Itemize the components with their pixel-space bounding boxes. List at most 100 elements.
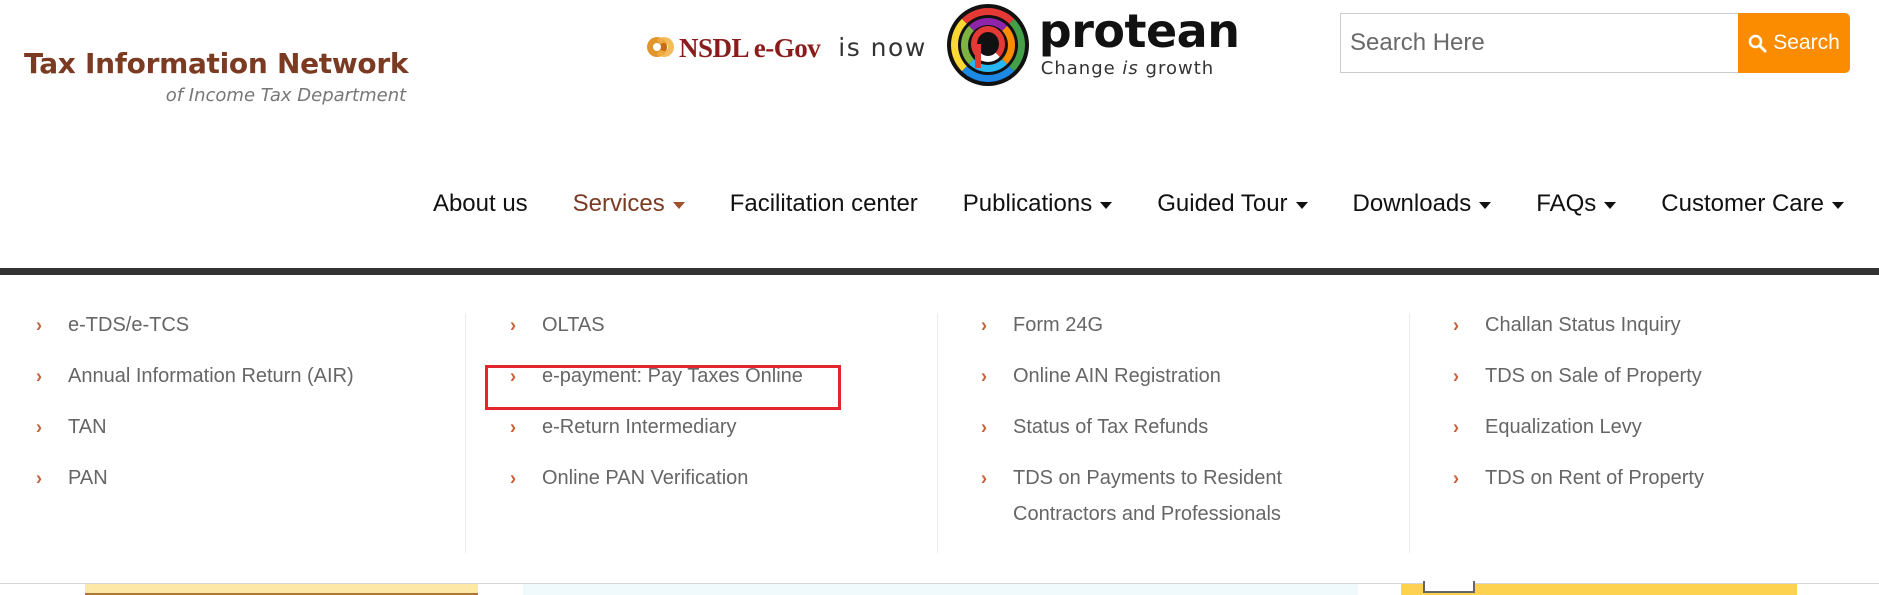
caret-down-icon <box>1100 201 1113 209</box>
nav-label: About us <box>432 190 528 217</box>
nsdl-egov-name: NSDL e-Gov <box>679 32 821 63</box>
caret-down-icon <box>1604 201 1617 209</box>
tagline-part: growth <box>1138 57 1215 79</box>
menu-item-e-tds-e-tcs[interactable]: › e-TDS/e-TCS <box>0 313 465 364</box>
chevron-right-icon: › <box>36 314 42 336</box>
nav-label: Guided Tour <box>1157 190 1288 217</box>
search-button-label: Search <box>1773 31 1840 54</box>
search-icon <box>1748 34 1767 53</box>
menu-column-1: › e-TDS/e-TCS › Annual Information Return … <box>0 313 465 553</box>
chevron-right-icon: › <box>1453 416 1459 438</box>
services-dropdown-menu: › e-TDS/e-TCS › Annual Information Return … <box>0 275 1879 585</box>
caret-down-icon <box>672 201 685 209</box>
menu-item-tds-rent-of-property[interactable]: › TDS on Rent of Property <box>1410 466 1879 517</box>
nav-customer-care[interactable]: Customer Care <box>1661 190 1844 218</box>
protean-name: protean <box>1038 3 1240 58</box>
menu-item-label: TDS on Payments to Resident Contractors … <box>1013 467 1283 525</box>
menu-item-pan[interactable]: › PAN <box>0 466 465 517</box>
document-icon <box>1423 581 1475 593</box>
menu-item-label: Form 24G <box>1013 314 1104 336</box>
menu-item-status-of-tax-refunds[interactable]: › Status of Tax Refunds <box>938 415 1409 466</box>
menu-item-label: Challan Status Inquiry <box>1485 314 1681 336</box>
is-now-text: is now <box>838 32 927 62</box>
menu-column-3: › Form 24G › Online AIN Registration › Stat… <box>937 313 1409 553</box>
menu-item-label: e-Return Intermediary <box>542 416 737 438</box>
protean-tagline: Change is growth <box>1039 58 1240 79</box>
chevron-right-icon: › <box>1453 467 1459 489</box>
nav-about-us[interactable]: About us <box>433 190 528 218</box>
chevron-right-icon: › <box>36 467 42 489</box>
menu-item-label: PAN <box>68 467 108 489</box>
page: Tax Information Network of Income Tax De… <box>0 0 1879 595</box>
chevron-right-icon: › <box>36 416 42 438</box>
chevron-right-icon: › <box>1453 314 1459 336</box>
caret-down-icon <box>1479 201 1492 209</box>
menu-item-tan[interactable]: › TAN <box>0 415 465 466</box>
content-tile <box>1401 581 1797 595</box>
menu-item-label: Equalization Levy <box>1485 416 1642 438</box>
protean-logo: protean Change is growth <box>1039 8 1240 79</box>
chevron-right-icon: › <box>36 365 42 387</box>
content-tile <box>85 584 478 595</box>
nav-downloads[interactable]: Downloads <box>1353 190 1492 218</box>
nav-label: Services <box>572 190 665 217</box>
chevron-right-icon: › <box>981 314 987 336</box>
menu-item-online-pan-verification[interactable]: › Online PAN Verification <box>466 466 937 517</box>
menu-item-challan-status-inquiry[interactable]: › Challan Status Inquiry <box>1410 313 1879 364</box>
site-logo[interactable]: Tax Information Network of Income Tax De… <box>24 47 409 107</box>
menu-item-equalization-levy[interactable]: › Equalization Levy <box>1410 415 1879 466</box>
partner-banner: NSDL e-Gov is now protean Change is grow… <box>645 2 1240 92</box>
caret-down-icon <box>1295 201 1308 209</box>
menu-item-label: e-payment: Pay Taxes Online <box>542 365 803 387</box>
nav-label: Publications <box>962 190 1093 217</box>
menu-item-oltas[interactable]: › OLTAS <box>466 313 937 364</box>
chevron-right-icon: › <box>510 467 516 489</box>
nav-guided-tour[interactable]: Guided Tour <box>1157 190 1308 218</box>
menu-item-label: Annual Information Return (AIR) <box>68 365 354 387</box>
chevron-right-icon: › <box>510 314 516 336</box>
menu-item-form-24g[interactable]: › Form 24G <box>938 313 1409 364</box>
protean-globe-icon <box>946 4 1029 86</box>
menu-item-label: TDS on Rent of Property <box>1485 467 1704 489</box>
menu-item-label: e-TDS/e-TCS <box>68 314 190 336</box>
search-form: Search <box>1340 13 1850 73</box>
main-nav: About us Services Facilitation center Pu… <box>388 190 1844 218</box>
brand-title: Tax Information Network <box>24 47 409 80</box>
menu-item-label: TDS on Sale of Property <box>1485 365 1702 387</box>
caret-down-icon <box>1832 201 1844 209</box>
menu-item-label: Status of Tax Refunds <box>1013 416 1209 438</box>
menu-item-tds-payments-resident-contractors[interactable]: › TDS on Payments to Resident Contractors… <box>938 466 1409 532</box>
nsdl-logo-icon <box>645 34 675 60</box>
nav-publications[interactable]: Publications <box>962 190 1113 218</box>
search-button[interactable]: Search <box>1738 13 1850 73</box>
nav-label: Facilitation center <box>729 190 918 217</box>
tagline-emphasis: is <box>1122 57 1139 79</box>
chevron-right-icon: › <box>981 467 987 489</box>
chevron-right-icon: › <box>1453 365 1459 387</box>
menu-item-air[interactable]: › Annual Information Return (AIR) <box>0 364 465 415</box>
nav-label: Downloads <box>1352 190 1472 217</box>
menu-column-4: › Challan Status Inquiry › TDS on Sale of … <box>1409 313 1879 553</box>
chevron-right-icon: › <box>510 365 516 387</box>
nav-divider-bar <box>0 268 1879 275</box>
menu-item-online-ain-registration[interactable]: › Online AIN Registration <box>938 364 1409 415</box>
search-input[interactable] <box>1340 13 1738 73</box>
menu-item-label: TAN <box>68 416 107 438</box>
chevron-right-icon: › <box>510 416 516 438</box>
chevron-right-icon: › <box>981 416 987 438</box>
content-tile <box>523 584 1358 595</box>
chevron-right-icon: › <box>981 365 987 387</box>
nav-label: Customer Care <box>1661 190 1824 217</box>
nav-label: FAQs <box>1536 190 1597 217</box>
menu-item-e-payment[interactable]: › e-payment: Pay Taxes Online <box>466 364 937 415</box>
menu-item-tds-sale-of-property[interactable]: › TDS on Sale of Property <box>1410 364 1879 415</box>
menu-item-e-return-intermediary[interactable]: › e-Return Intermediary <box>466 415 937 466</box>
brand-subtitle: of Income Tax Department <box>165 85 407 106</box>
nav-services[interactable]: Services <box>573 190 685 218</box>
menu-item-label: OLTAS <box>542 314 605 336</box>
nav-faqs[interactable]: FAQs <box>1536 190 1617 218</box>
nav-facilitation-center[interactable]: Facilitation center <box>730 190 918 218</box>
menu-item-label: Online AIN Registration <box>1013 365 1221 387</box>
tagline-part: Change <box>1040 57 1123 79</box>
menu-item-label: Online PAN Verification <box>542 467 749 489</box>
